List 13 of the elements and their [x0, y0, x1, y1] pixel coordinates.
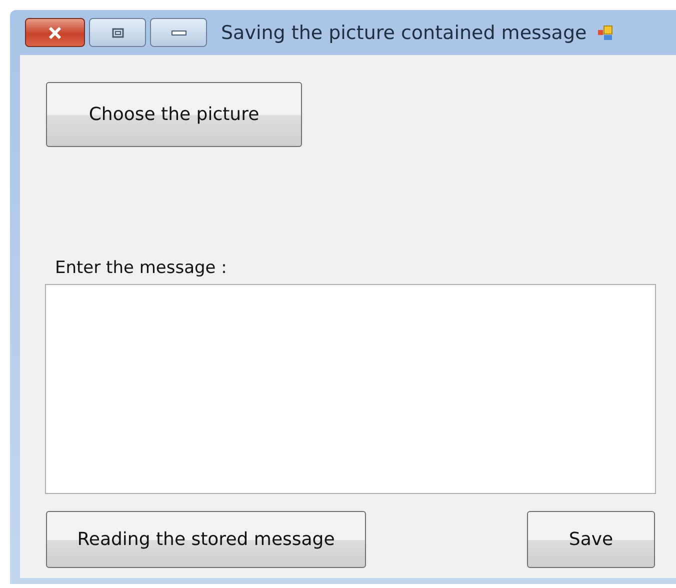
minimize-icon [170, 30, 186, 36]
app-icon [596, 24, 613, 40]
close-button[interactable] [25, 18, 85, 47]
window-title: Saving the picture contained message [221, 22, 587, 44]
save-button[interactable]: Save [527, 511, 655, 568]
minimize-button[interactable] [150, 18, 207, 47]
maximize-button[interactable] [89, 18, 146, 47]
choose-picture-button[interactable]: Choose the picture [46, 82, 302, 147]
read-message-button[interactable]: Reading the stored message [46, 511, 366, 568]
maximize-icon [112, 28, 124, 38]
message-label: Enter the message : [55, 258, 228, 278]
message-field[interactable] [45, 284, 656, 494]
close-icon [47, 26, 63, 38]
